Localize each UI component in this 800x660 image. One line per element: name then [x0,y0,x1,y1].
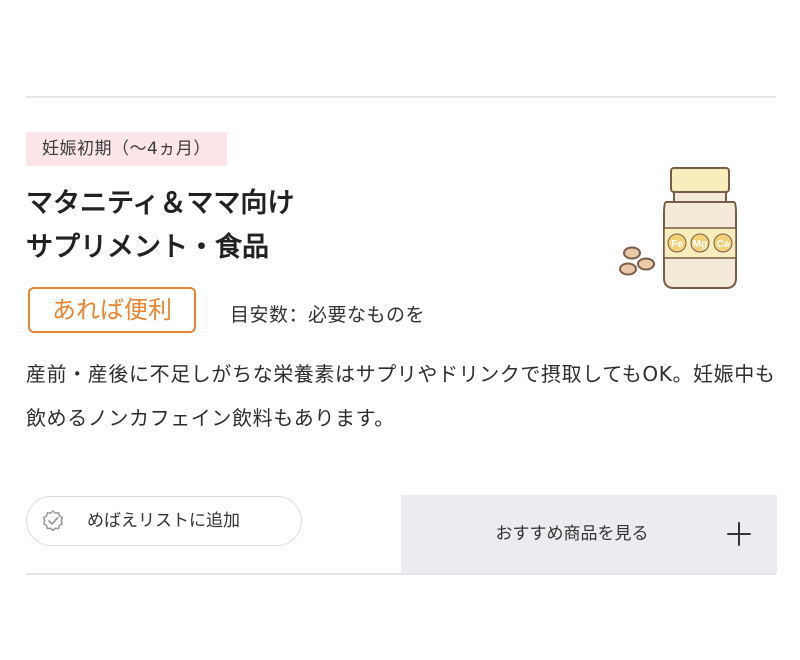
supplement-bottle-icon: Fe Mg Ca [612,158,762,300]
quantity-note: 目安数：必要なものを [230,304,426,326]
stage-tag: 妊娠初期（〜4ヵ月） [26,132,227,166]
view-recommended-products-label: おすすめ商品を見る [495,524,649,544]
plus-icon [727,522,751,546]
top-divider [26,96,776,98]
illustration-label-ca: Ca [717,239,730,250]
top-band [0,0,800,72]
item-description: 産前・産後に不足しがちな栄養素はサプリやドリンクで摂取してもOK。妊娠中も飲める… [26,362,776,430]
priority-badge: あれば便利 [28,287,196,333]
illustration-label-mg: Mg [693,239,707,250]
item-card-page: 妊娠初期（〜4ヵ月） マタニティ＆ママ向け サプリメント・食品 Fe Mg Ca… [0,0,800,660]
item-title: マタニティ＆ママ向け サプリメント・食品 [26,182,294,270]
add-to-mebae-list-button[interactable]: めばえリストに追加 [26,496,302,546]
bottom-divider [26,573,776,575]
item-title-line-2: サプリメント・食品 [26,232,269,263]
add-to-mebae-list-label: めばえリストに追加 [87,511,240,531]
check-badge-icon [41,509,65,533]
view-recommended-products-button[interactable]: おすすめ商品を見る [401,495,777,573]
action-row: めばえリストに追加 おすすめ商品を見る [0,495,800,573]
item-title-line-1: マタニティ＆ママ向け [26,188,295,219]
illustration-label-fe: Fe [671,239,683,250]
